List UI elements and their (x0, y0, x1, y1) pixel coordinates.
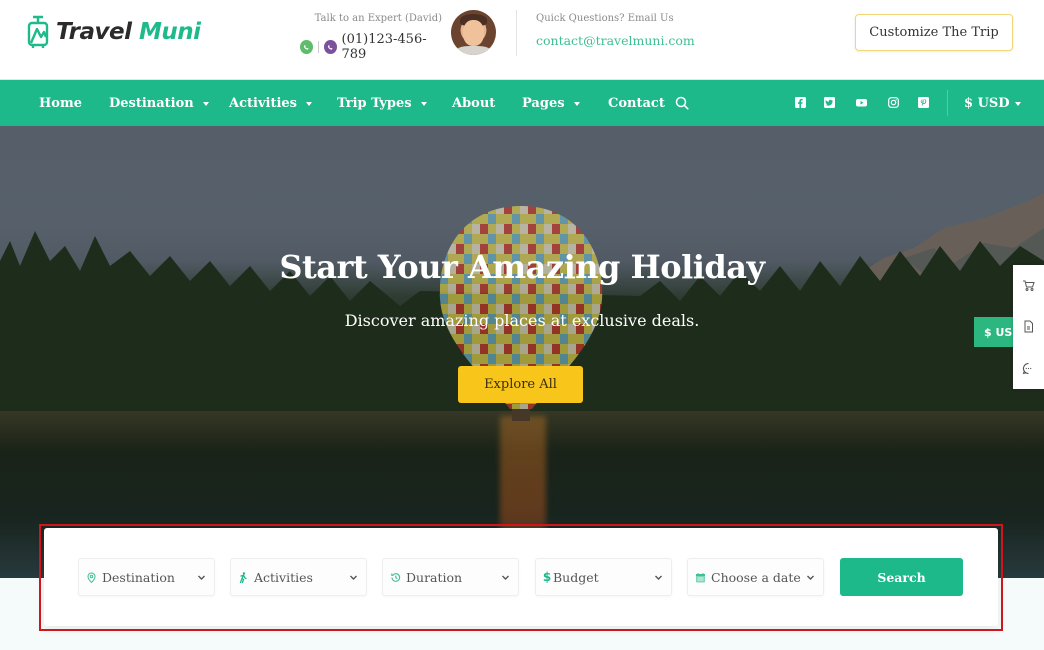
caret-down-icon (305, 101, 312, 106)
trip-search-form: Destination Activities Duration $ Budget… (44, 528, 998, 626)
youtube-icon[interactable] (856, 97, 867, 108)
history-clock-icon (390, 572, 401, 583)
budget-label: Budget (553, 569, 599, 585)
suitcase-logo-icon (27, 15, 49, 48)
email-label: Quick Questions? Email Us (536, 13, 674, 24)
nav-item-trip-types[interactable]: Trip Types (337, 80, 427, 126)
email-link[interactable]: contact@travelmuni.com (536, 33, 695, 48)
date-label: Choose a date (711, 569, 801, 585)
explore-all-button[interactable]: Explore All (458, 366, 583, 403)
dollar-icon: $ (542, 570, 552, 584)
divider (317, 41, 319, 53)
chevron-down-icon (350, 575, 357, 580)
nav-item-pages[interactable]: Pages (522, 80, 580, 126)
expert-label: Talk to an Expert (David) (314, 13, 442, 24)
nav-divider (947, 90, 948, 116)
nav-item-destination[interactable]: Destination (109, 80, 209, 126)
date-picker[interactable]: Choose a date (687, 558, 824, 596)
customize-trip-button[interactable]: Customize The Trip (855, 14, 1013, 51)
nav-item-about[interactable]: About (452, 80, 495, 126)
hiker-icon (238, 571, 249, 583)
chevron-down-icon (655, 575, 662, 580)
hero-overlay (0, 126, 1044, 578)
caret-down-icon (573, 101, 580, 106)
phone-number[interactable]: (01)123-456-789 (342, 32, 442, 62)
facebook-icon[interactable] (795, 97, 806, 108)
twitter-icon[interactable] (824, 97, 835, 108)
activities-select[interactable]: Activities (230, 558, 367, 596)
chevron-down-icon (502, 575, 509, 580)
site-header: Travel Muni Talk to an Expert (David) (0… (0, 0, 1044, 80)
calendar-icon (695, 572, 706, 583)
chevron-down-icon (807, 575, 814, 580)
caret-down-icon (1014, 101, 1021, 106)
hero-title: Start Your Amazing Holiday (279, 248, 765, 286)
header-divider (516, 10, 517, 56)
activities-label: Activities (254, 569, 313, 585)
duration-label: Duration (406, 569, 463, 585)
hero-subtitle: Discover amazing places at exclusive dea… (344, 311, 700, 330)
destination-label: Destination (102, 569, 175, 585)
nav-item-activities[interactable]: Activities (229, 80, 312, 126)
currency-tab[interactable]: $ USD (974, 317, 1014, 347)
logo-text: Travel Muni (56, 19, 201, 45)
search-icon[interactable] (675, 96, 689, 110)
nav-item-home[interactable]: Home (39, 80, 82, 126)
chat-icon[interactable] (1022, 362, 1035, 375)
whatsapp-icon[interactable] (300, 40, 313, 54)
search-button[interactable]: Search (840, 558, 963, 596)
destination-select[interactable]: Destination (78, 558, 215, 596)
email-contact: Quick Questions? Email Us contact@travel… (536, 13, 695, 48)
map-pin-icon (86, 572, 97, 583)
document-icon[interactable] (1022, 320, 1035, 333)
hero-banner: Start Your Amazing Holiday Discover amaz… (0, 126, 1044, 578)
instagram-icon[interactable] (888, 97, 899, 108)
caret-down-icon (420, 101, 427, 106)
viber-icon[interactable] (323, 40, 337, 54)
currency-selector[interactable]: $ USD (964, 80, 1021, 126)
chevron-down-icon (198, 575, 205, 580)
cart-icon[interactable] (1022, 279, 1035, 292)
expert-contact: Talk to an Expert (David) (01)123-456-78… (300, 13, 442, 62)
logo[interactable]: Travel Muni (26, 14, 201, 50)
side-toolbar (1013, 265, 1044, 389)
main-nav: Home Destination Activities Trip Types A… (0, 80, 1044, 126)
pinterest-icon[interactable] (918, 97, 929, 108)
duration-select[interactable]: Duration (382, 558, 519, 596)
budget-select[interactable]: $ Budget (535, 558, 672, 596)
expert-avatar (451, 10, 496, 55)
nav-item-contact[interactable]: Contact (608, 80, 665, 126)
caret-down-icon (202, 101, 209, 106)
